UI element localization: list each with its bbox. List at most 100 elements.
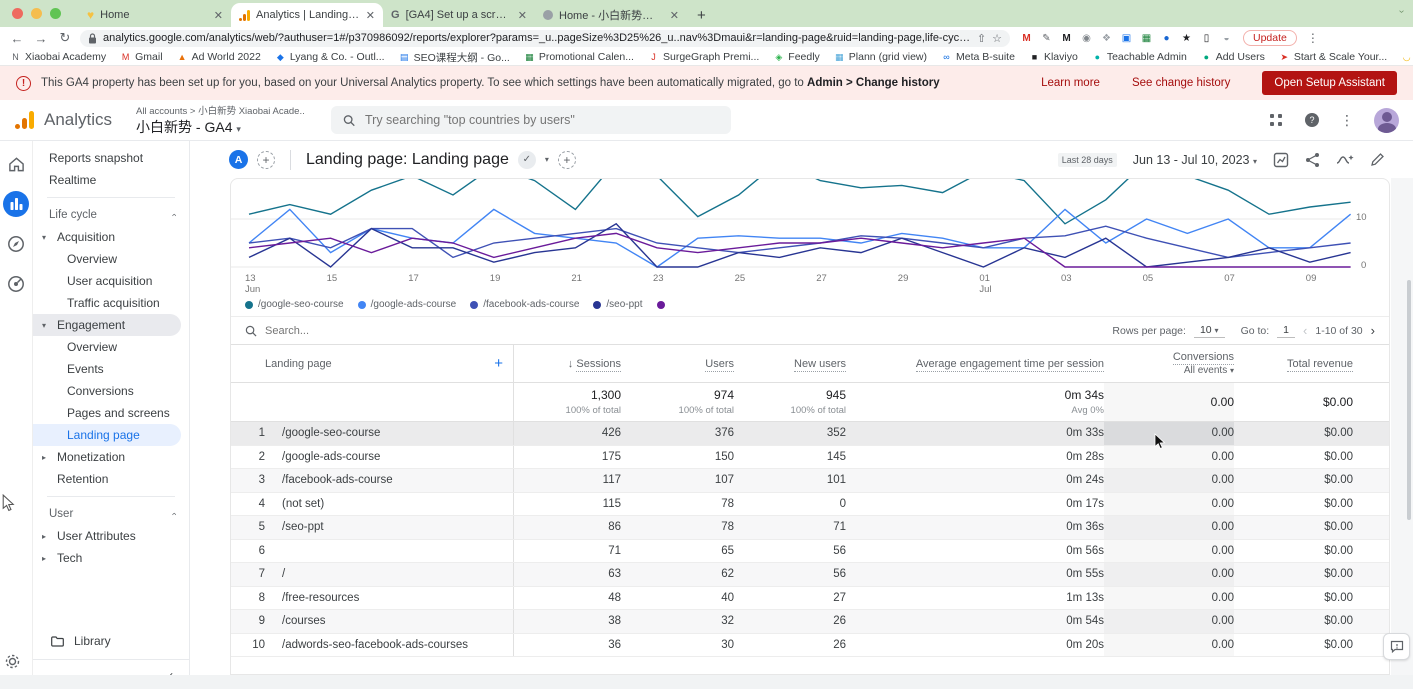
bookmark-item[interactable]: ▤SEO课程大纲 - Go... — [399, 50, 510, 65]
bookmark-item[interactable]: ➤Start & Scale Your... — [1279, 51, 1387, 63]
advertising-nav-icon[interactable] — [3, 271, 29, 297]
table-row[interactable]: 10/adwords-seo-facebook-ads-courses36302… — [231, 634, 1389, 658]
global-search-input[interactable] — [365, 113, 719, 127]
sidebar-item-conversions[interactable]: Conversions — [33, 380, 181, 402]
caret-right-icon[interactable]: ▸ — [42, 532, 46, 541]
sidebar-item-user-acquisition[interactable]: User acquisition — [33, 270, 181, 292]
add-report-tab-button[interactable]: + — [558, 151, 576, 169]
extension-icon[interactable]: ★ — [1180, 33, 1193, 44]
extension-icon[interactable]: ▣ — [1120, 33, 1133, 44]
date-range-picker[interactable]: Jun 13 - Jul 10, 2023 ▾ — [1133, 153, 1257, 167]
bookmark-item[interactable]: ▦Promotional Calen... — [524, 51, 634, 63]
sidebar-item-pages-and-screens[interactable]: Pages and screens — [33, 402, 181, 424]
property-name[interactable]: 小白新势 - GA4 ▾ — [136, 117, 305, 137]
insights-icon[interactable] — [1336, 153, 1354, 167]
sidebar-item-landing-page[interactable]: Landing page — [33, 424, 181, 446]
sidebar-item-user-attributes[interactable]: ▸User Attributes — [33, 525, 181, 547]
sidebar-item-engagement[interactable]: ▾Engagement — [33, 314, 181, 336]
prev-page-icon[interactable]: ‹ — [1303, 323, 1307, 338]
sidebar-item-library[interactable]: Library — [33, 629, 189, 653]
caret-right-icon[interactable]: ▸ — [42, 453, 46, 462]
next-page-icon[interactable]: › — [1371, 323, 1375, 338]
column-header-conversions[interactable]: ConversionsAll events ▾ — [1104, 351, 1234, 376]
bookmark-item[interactable]: JSurgeGraph Premi... — [648, 51, 759, 63]
browser-tab[interactable]: Analytics | Landing page: Land✕ — [231, 3, 383, 27]
zoom-window-button[interactable] — [50, 8, 61, 19]
add-dimension-button[interactable]: + — [494, 355, 503, 372]
bookmark-item[interactable]: NXiaobai Academy — [10, 51, 106, 63]
table-row[interactable]: 1/google-seo-course4263763520m 33s0.00$0… — [231, 422, 1389, 446]
sidebar-item-overview[interactable]: Overview — [33, 248, 181, 270]
bookmark-item[interactable]: MGmail — [120, 51, 162, 63]
share-report-icon[interactable] — [1305, 152, 1320, 168]
sidebar-item-reports-snapshot[interactable]: Reports snapshot — [33, 147, 181, 169]
table-row[interactable]: 67165560m 56s0.00$0.00 — [231, 540, 1389, 564]
sidebar-item-tech[interactable]: ▸Tech — [33, 547, 181, 569]
report-variant-badge[interactable]: A — [229, 150, 248, 169]
tab-close-icon[interactable]: ✕ — [214, 9, 223, 22]
caret-right-icon[interactable]: ▸ — [42, 554, 46, 563]
add-comparison-button[interactable]: + — [257, 151, 275, 169]
extension-icon[interactable]: M — [1020, 33, 1033, 44]
bookmark-item[interactable]: ▲Ad World 2022 — [177, 51, 261, 63]
bookmark-item[interactable]: ▦Plann (grid view) — [834, 51, 927, 63]
reload-button[interactable]: ↻ — [56, 30, 74, 46]
admin-gear-icon[interactable] — [4, 653, 21, 675]
bookmark-item[interactable]: ◈Feedly — [773, 51, 820, 63]
bookmark-star-icon[interactable]: ☆ — [992, 32, 1002, 45]
caret-down-icon[interactable]: ▾ — [42, 321, 46, 330]
browser-tab[interactable]: ♥Home✕ — [79, 3, 231, 27]
window-controls[interactable] — [12, 0, 61, 27]
address-bar[interactable]: analytics.google.com/analytics/web/?auth… — [80, 30, 1010, 47]
extension-icon[interactable]: ✎ — [1040, 33, 1053, 44]
extension-icon[interactable]: M — [1060, 33, 1073, 44]
sidebar-item-acquisition[interactable]: ▾Acquisition — [33, 226, 181, 248]
account-switcher[interactable]: All accounts > 小白新势 Xiaobai Acade.. 小白新势… — [136, 103, 305, 137]
bookmark-item[interactable]: ■Klaviyo — [1029, 51, 1078, 63]
tab-close-icon[interactable]: ✕ — [518, 9, 527, 22]
report-options-caret-icon[interactable]: ▾ — [545, 155, 549, 164]
table-row[interactable]: 8/free-resources4840271m 13s0.00$0.00 — [231, 587, 1389, 611]
bookmark-item[interactable]: ●Teachable Admin — [1092, 51, 1187, 63]
apps-grid-icon[interactable] — [1269, 113, 1284, 128]
browser-tab[interactable]: G[GA4] Set up a scroll conversi✕ — [383, 3, 535, 27]
column-header-total-revenue[interactable]: Total revenue — [1234, 358, 1353, 370]
share-page-icon[interactable]: ⇧ — [977, 32, 986, 45]
feedback-button[interactable] — [1383, 633, 1410, 660]
explore-nav-icon[interactable] — [3, 231, 29, 257]
conversions-event-filter[interactable]: All events ▾ — [1104, 365, 1234, 376]
home-nav-icon[interactable] — [3, 151, 29, 177]
column-header-users[interactable]: Users — [621, 358, 734, 370]
chrome-update-button[interactable]: Update — [1243, 30, 1297, 46]
tab-close-icon[interactable]: ✕ — [366, 9, 375, 22]
back-button[interactable]: ← — [8, 31, 26, 46]
user-avatar[interactable] — [1374, 108, 1399, 133]
bookmark-item[interactable]: ◆Lyang & Co. - Outl... — [275, 51, 385, 63]
sidebar-item-traffic-acquisition[interactable]: Traffic acquisition — [33, 292, 181, 314]
sidebar-item-realtime[interactable]: Realtime — [33, 169, 181, 191]
minimize-window-button[interactable] — [31, 8, 42, 19]
column-header-new-users[interactable]: New users — [734, 358, 846, 370]
bookmark-item[interactable]: ◡eCommerce Case... — [1401, 51, 1413, 63]
caret-down-icon[interactable]: ▾ — [42, 233, 46, 242]
forward-button[interactable]: → — [32, 31, 50, 46]
open-setup-assistant-button[interactable]: Open Setup Assistant — [1262, 71, 1397, 95]
tab-close-icon[interactable]: ✕ — [670, 9, 679, 22]
goto-page-input[interactable]: 1 — [1277, 324, 1295, 338]
tab-strip-caret-icon[interactable]: › — [1396, 10, 1407, 13]
sidebar-item-retention[interactable]: Retention — [33, 468, 181, 490]
learn-more-link[interactable]: Learn more — [1041, 77, 1100, 89]
more-options-icon[interactable]: ⋮ — [1340, 112, 1354, 129]
sidebar-item-overview[interactable]: Overview — [33, 336, 181, 358]
collapse-chevron-icon[interactable]: › — [169, 214, 179, 217]
global-search[interactable] — [331, 106, 731, 134]
edit-report-icon[interactable] — [1370, 152, 1385, 167]
table-row[interactable]: 2/google-ads-course1751501450m 28s0.00$0… — [231, 446, 1389, 470]
column-header-sessions[interactable]: ↓ Sessions — [514, 358, 621, 370]
table-row[interactable]: 5/seo-ppt8678710m 36s0.00$0.00 — [231, 516, 1389, 540]
page-scrollbar[interactable] — [1407, 280, 1411, 520]
close-window-button[interactable] — [12, 8, 23, 19]
help-icon[interactable]: ? — [1304, 112, 1320, 128]
extension-icon[interactable]: ❖ — [1100, 33, 1113, 44]
extension-icon[interactable]: ◒ — [1220, 33, 1233, 44]
